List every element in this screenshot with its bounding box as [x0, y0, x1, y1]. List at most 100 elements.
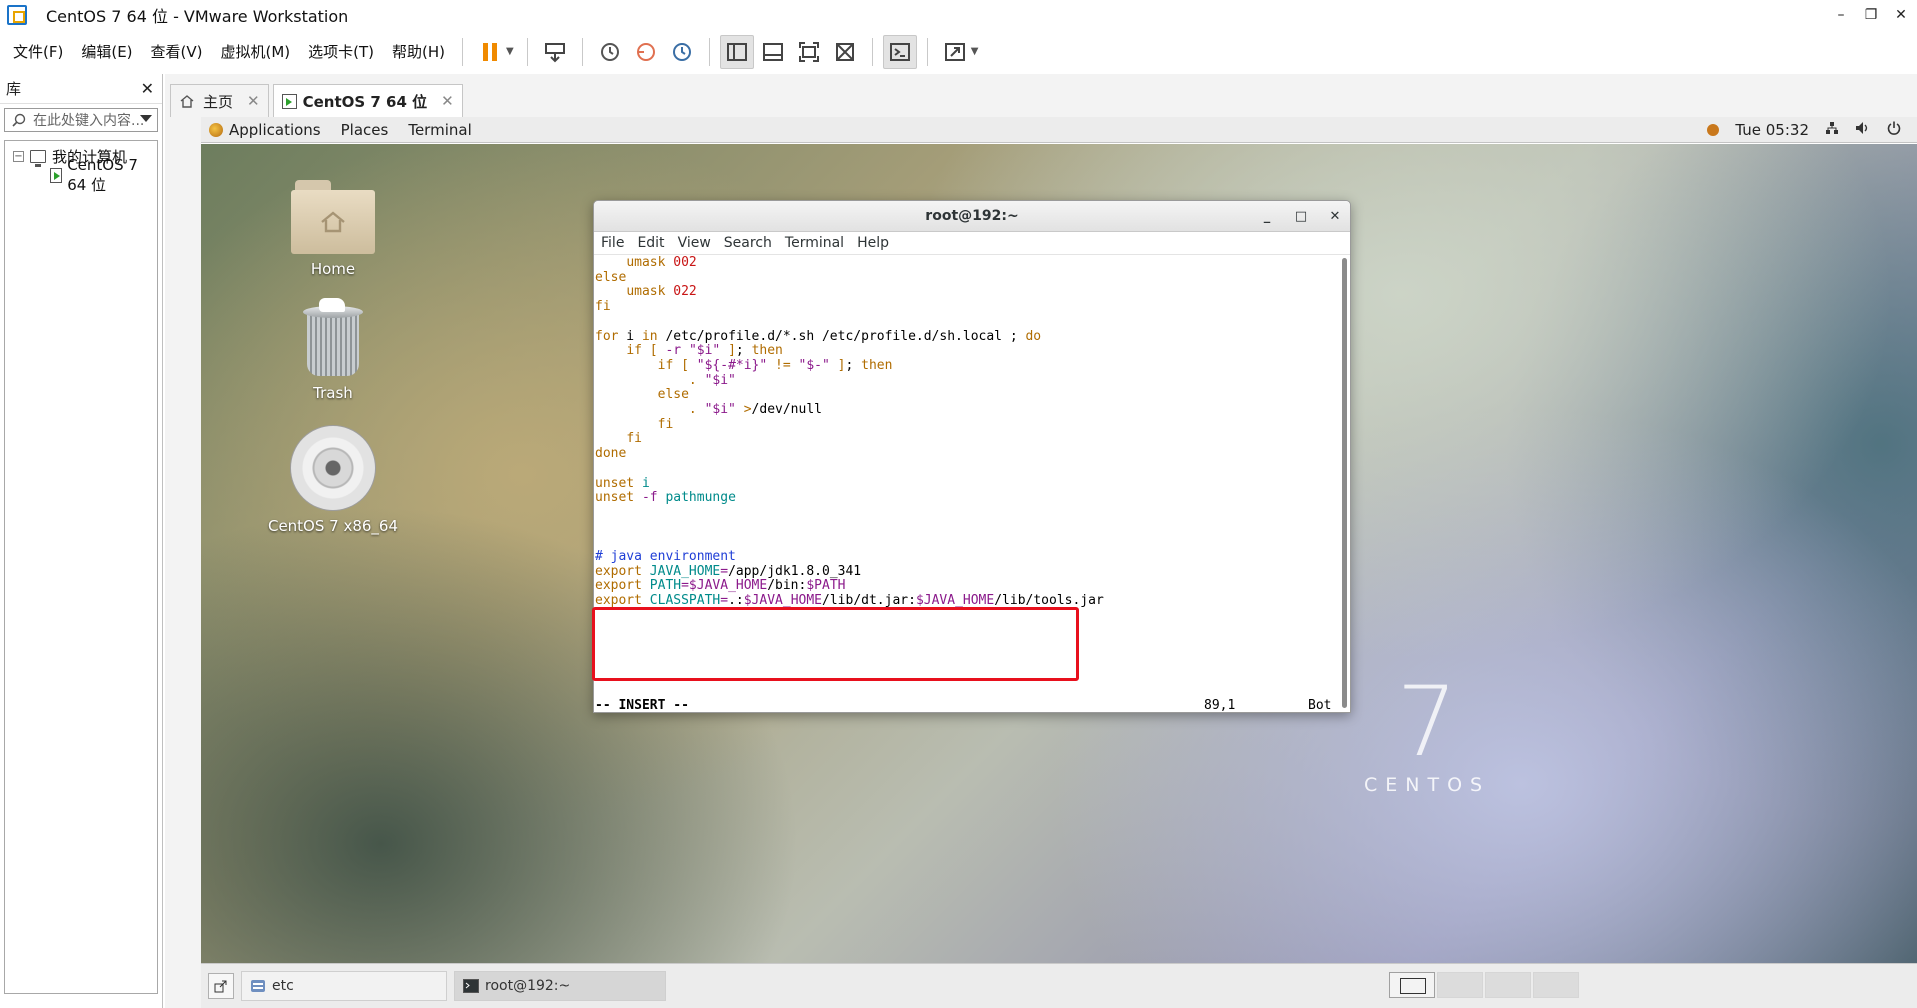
- centos-wordmark: CENTOS: [1364, 774, 1491, 796]
- menu-vm[interactable]: 虚拟机(M): [221, 41, 291, 62]
- tab-label: 主页: [203, 92, 234, 111]
- send-ctrl-alt-del-button[interactable]: [538, 35, 572, 69]
- workspace-1[interactable]: [1389, 972, 1435, 998]
- stretch-button[interactable]: [938, 35, 972, 69]
- library-panel: 库 ✕ 在此处键入内容... − 我的计算机 CentOS 7 64 位: [0, 74, 163, 1008]
- terminal-menu-edit[interactable]: Edit: [637, 235, 664, 251]
- annotation-highlight-box: [592, 607, 1079, 681]
- code-line: done: [595, 446, 627, 462]
- terminal-menu-file[interactable]: File: [601, 235, 624, 251]
- terminal-menu-search[interactable]: Search: [724, 235, 772, 251]
- snapshot-manager-button[interactable]: [665, 35, 699, 69]
- volume-icon[interactable]: [1855, 121, 1871, 139]
- desktop-icon-trash[interactable]: Trash: [263, 298, 403, 402]
- terminal-menu-help[interactable]: Help: [857, 235, 889, 251]
- tree-item-centos-vm[interactable]: CentOS 7 64 位: [5, 156, 157, 194]
- code-line: fi: [657, 416, 674, 432]
- workspace-2[interactable]: [1437, 972, 1483, 998]
- chevron-down-icon[interactable]: [140, 115, 152, 122]
- network-icon[interactable]: [1825, 121, 1839, 139]
- menu-view[interactable]: 查看(V): [151, 41, 203, 62]
- revert-snapshot-icon: [636, 42, 655, 61]
- menu-file[interactable]: 文件(F): [13, 41, 63, 62]
- home-icon: [180, 95, 194, 108]
- code-line: export CLASSPATH=.:$JAVA_HOME/lib/dt.jar…: [595, 593, 1104, 609]
- workspace-3[interactable]: [1485, 972, 1531, 998]
- library-close-button[interactable]: ✕: [141, 79, 154, 98]
- unity-button[interactable]: [828, 35, 862, 69]
- full-screen-button[interactable]: [792, 35, 826, 69]
- gnome-foot-icon: [209, 122, 223, 137]
- tab-close-icon[interactable]: ✕: [441, 92, 454, 110]
- collapse-icon[interactable]: −: [13, 150, 24, 162]
- library-search[interactable]: 在此处键入内容...: [4, 108, 158, 132]
- code-line: # java environment: [595, 549, 736, 565]
- guest-display[interactable]: Applications Places Terminal Tue 05:32 H…: [201, 117, 1917, 1008]
- snapshot-icon: [600, 42, 619, 61]
- tab-centos[interactable]: CentOS 7 64 位 ✕: [272, 84, 463, 117]
- terminal-menu[interactable]: Terminal: [408, 121, 471, 139]
- desktop-background[interactable]: Home Trash CentOS 7 x86_64 7 CENTOS root…: [201, 144, 1917, 963]
- clock[interactable]: Tue 05:32: [1735, 121, 1809, 139]
- revert-snapshot-button[interactable]: [629, 35, 663, 69]
- folder-home-icon: [291, 180, 375, 254]
- snapshot-button[interactable]: [593, 35, 627, 69]
- power-icon[interactable]: [1887, 121, 1901, 139]
- file-manager-icon: [251, 980, 265, 992]
- desktop-icon-dvd[interactable]: CentOS 7 x86_64: [263, 425, 403, 535]
- console-view-button[interactable]: [882, 34, 917, 69]
- window-title: CentOS 7 64 位 - VMware Workstation: [46, 6, 349, 26]
- show-desktop-icon: [214, 980, 227, 993]
- taskbar-item-label: etc: [272, 978, 294, 994]
- terminal-title: root@192:~: [925, 208, 1019, 224]
- full-screen-icon: [798, 41, 819, 62]
- menu-edit[interactable]: 编辑(E): [81, 41, 132, 62]
- toolbar-separator: [526, 37, 528, 66]
- code-line: . "$i": [688, 372, 736, 388]
- desktop-icon-label: Home: [310, 260, 356, 278]
- terminal-titlebar[interactable]: root@192:~ _ □ ✕: [594, 201, 1350, 232]
- places-menu[interactable]: Places: [341, 121, 389, 139]
- restore-button[interactable]: ❐: [1856, 0, 1886, 29]
- vm-running-icon: [281, 93, 297, 109]
- tab-label: CentOS 7 64 位: [302, 92, 428, 111]
- pause-button[interactable]: [473, 35, 507, 69]
- terminal-scrollbar[interactable]: [1342, 258, 1347, 708]
- show-desktop-button[interactable]: [208, 973, 234, 999]
- terminal-maximize-button[interactable]: □: [1288, 201, 1314, 232]
- tab-home[interactable]: 主页 ✕: [170, 84, 269, 117]
- terminal-minimize-button[interactable]: _: [1254, 201, 1280, 232]
- desktop-icon-label: CentOS 7 x86_64: [267, 517, 399, 535]
- show-library-button[interactable]: [719, 34, 754, 69]
- chevron-down-icon[interactable]: ▼: [506, 46, 514, 57]
- tab-close-icon[interactable]: ✕: [247, 92, 260, 110]
- taskbar-item-etc[interactable]: etc: [241, 971, 447, 1001]
- taskbar-item-terminal[interactable]: root@192:~: [454, 971, 666, 1001]
- applications-menu[interactable]: Applications: [229, 121, 321, 139]
- close-button[interactable]: ✕: [1886, 0, 1916, 29]
- notification-icon[interactable]: [1707, 124, 1720, 136]
- menu-help[interactable]: 帮助(H): [392, 41, 445, 62]
- vm-tab-strip: 主页 ✕ CentOS 7 64 位 ✕: [165, 74, 1917, 117]
- vim-cursor-position: 89,1: [1204, 698, 1236, 712]
- terminal-menu-view[interactable]: View: [678, 235, 711, 251]
- library-search-input[interactable]: 在此处键入内容...: [33, 110, 144, 130]
- trash-icon: [301, 298, 365, 378]
- menu-tabs[interactable]: 选项卡(T): [308, 41, 374, 62]
- terminal-close-button[interactable]: ✕: [1322, 201, 1348, 232]
- library-layout-icon: [726, 42, 747, 61]
- minimize-button[interactable]: –: [1826, 0, 1856, 29]
- desktop-icon-home[interactable]: Home: [263, 180, 403, 278]
- centos-version-mark: 7: [1396, 666, 1458, 778]
- gnome-top-bar: Applications Places Terminal Tue 05:32: [201, 117, 1917, 143]
- workspace-4[interactable]: [1533, 972, 1579, 998]
- code-line: else: [595, 269, 627, 285]
- optical-disc-icon: [290, 425, 376, 511]
- chevron-down-icon[interactable]: ▼: [971, 46, 979, 57]
- thumbnail-bar-button[interactable]: [756, 35, 790, 69]
- terminal-menu-terminal[interactable]: Terminal: [785, 235, 844, 251]
- vm-running-icon: [50, 167, 63, 183]
- taskbar-item-label: root@192:~: [485, 978, 571, 994]
- terminal-icon: [889, 42, 910, 61]
- thumbnail-layout-icon: [762, 42, 783, 61]
